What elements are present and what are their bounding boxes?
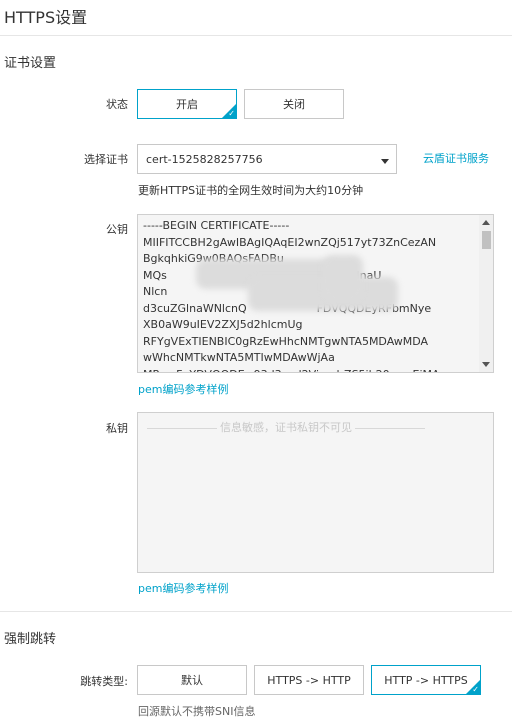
divider — [0, 35, 512, 36]
scroll-thumb[interactable] — [482, 231, 491, 249]
section-title-redirect: 强制跳转 — [4, 632, 57, 647]
check-icon: ✓ — [228, 109, 235, 118]
redirect-https-to-http-button[interactable]: HTTPS -> HTTP — [254, 665, 364, 695]
redirect-default-button[interactable]: 默认 — [137, 665, 247, 695]
page-title: HTTPS设置 — [4, 8, 88, 27]
status-on-label: 开启 — [176, 98, 198, 111]
certificate-label: 选择证书 — [84, 153, 128, 166]
redaction-blur — [323, 255, 363, 301]
status-off-button[interactable]: 关闭 — [244, 89, 344, 119]
private-key-example-link[interactable]: pem编码参考样例 — [138, 580, 228, 596]
certificate-update-hint: 更新HTTPS证书的全网生效时间为大约10分钟 — [138, 184, 364, 197]
cloud-shield-cert-link[interactable]: 云盾证书服务 — [423, 150, 489, 166]
redirect-http-to-https-label: HTTP -> HTTPS — [384, 673, 468, 687]
status-label: 状态 — [106, 98, 128, 111]
status-on-button[interactable]: 开启 ✓ — [137, 89, 237, 119]
redirect-https-to-http-label: HTTPS -> HTTP — [267, 673, 351, 687]
redirect-default-label: 默认 — [181, 674, 203, 687]
scroll-up-icon[interactable] — [482, 220, 490, 225]
private-key-textarea[interactable]: 信息敏感，证书私钥不可见 — [137, 412, 494, 573]
public-key-label: 公钥 — [106, 223, 128, 236]
certificate-selected-value: cert-1525828257756 — [146, 152, 263, 166]
redirect-sni-hint: 回源默认不携带SNI信息 — [138, 705, 256, 718]
check-icon: ✓ — [472, 685, 479, 694]
private-key-label: 私钥 — [106, 422, 128, 435]
divider — [0, 611, 512, 612]
public-key-scrollbar[interactable] — [479, 215, 493, 372]
scroll-down-icon[interactable] — [482, 362, 490, 367]
redirect-type-label: 跳转类型: — [80, 675, 128, 688]
private-key-placeholder: 信息敏感，证书私钥不可见 — [144, 419, 428, 435]
public-key-example-link[interactable]: pem编码参考样例 — [138, 381, 228, 397]
caret-down-icon — [381, 159, 389, 164]
certificate-select[interactable]: cert-1525828257756 — [137, 144, 397, 174]
redirect-http-to-https-button[interactable]: HTTP -> HTTPS ✓ — [371, 665, 481, 695]
section-title-cert: 证书设置 — [4, 56, 57, 71]
public-key-textarea[interactable]: -----BEGIN CERTIFICATE----- MIIFITCCBH2g… — [137, 214, 494, 373]
status-off-label: 关闭 — [283, 98, 305, 111]
